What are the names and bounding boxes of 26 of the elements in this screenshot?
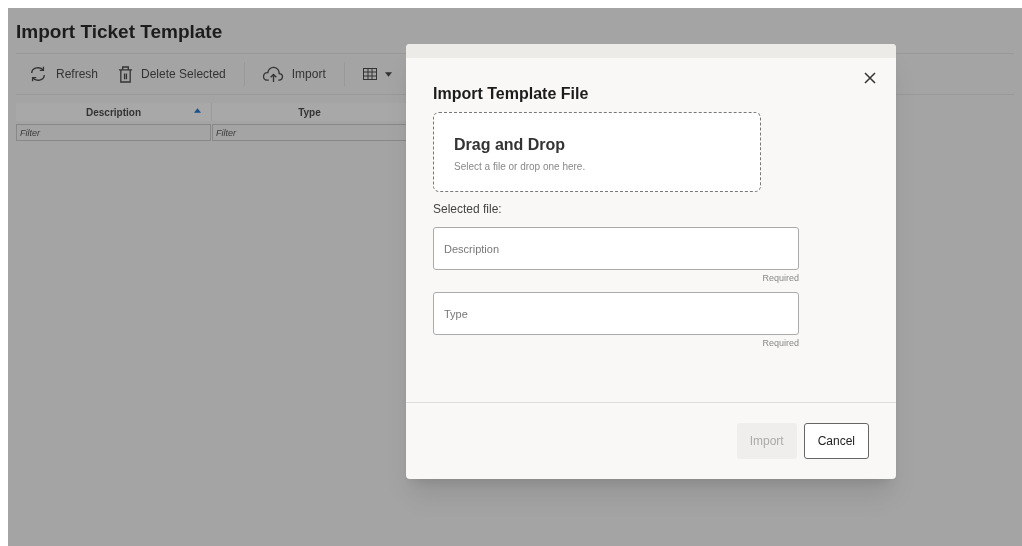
import-button[interactable]: Import — [256, 59, 332, 89]
dialog-title: Import Template File — [433, 84, 590, 104]
filter-field[interactable]: Filter — [16, 124, 211, 141]
cancel-button[interactable]: Cancel — [803, 423, 869, 459]
sort-ascending-icon — [194, 108, 201, 113]
column-header[interactable]: Description — [16, 103, 212, 121]
page-title: Import Ticket Template — [16, 20, 224, 44]
close-button[interactable] — [862, 70, 878, 86]
caret-icon — [384, 71, 392, 77]
refresh-button[interactable]: Refresh — [22, 59, 105, 89]
delete-button[interactable]: Delete Selected — [112, 59, 232, 89]
cloud-upload-icon — [262, 65, 284, 83]
selected-file-label: Selected file: — [433, 201, 503, 218]
close-icon — [862, 70, 878, 86]
column-header[interactable]: Type — [212, 103, 408, 121]
drop-zone[interactable]: Drag and Drop Select a file or drop one here. — [433, 112, 761, 192]
drop-zone-hint: Select a file or drop one here. — [454, 160, 587, 174]
text-field[interactable]: Type — [433, 292, 799, 335]
text-field[interactable]: Description — [433, 227, 799, 270]
trash-icon — [118, 65, 134, 83]
helper-text: Required — [762, 272, 799, 285]
drop-zone-title: Drag and Drop — [454, 135, 567, 155]
filter-field[interactable]: Filter — [212, 124, 407, 141]
helper-text: Required — [762, 337, 799, 350]
refresh-icon — [28, 65, 48, 83]
table-grid-icon — [362, 68, 377, 80]
